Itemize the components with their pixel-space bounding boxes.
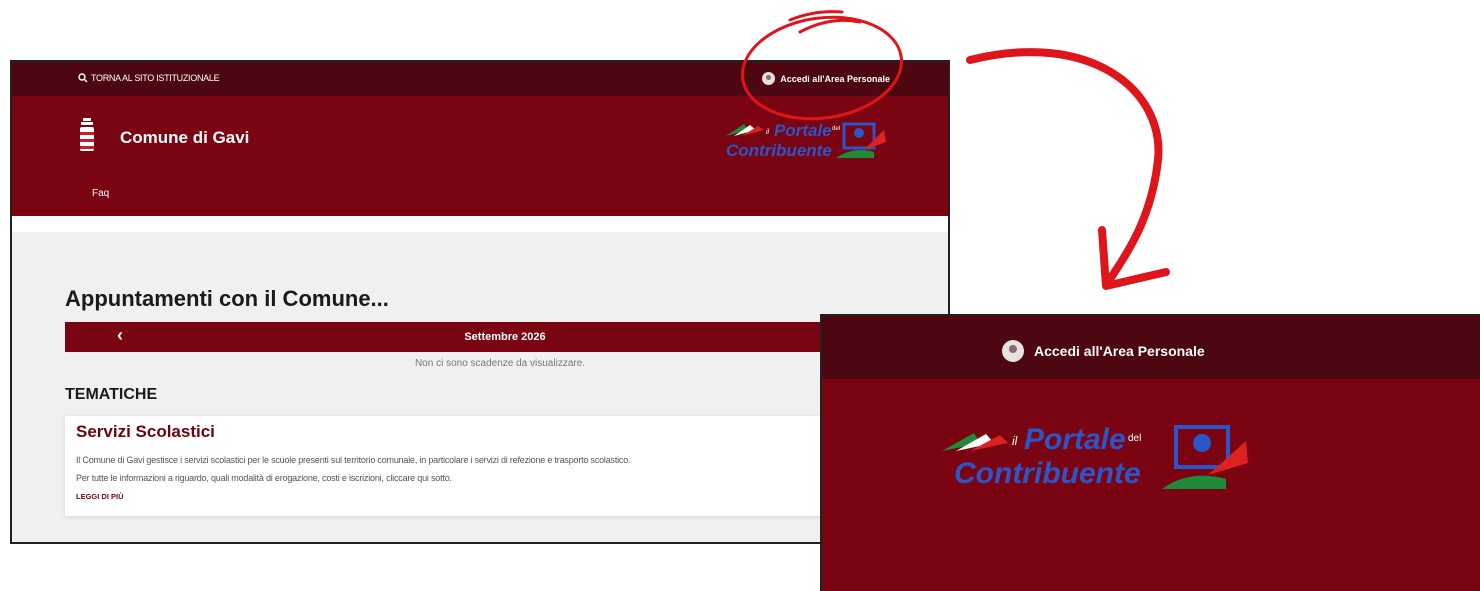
back-link-label: TORNA AL SITO ISTITUZIONALE — [91, 73, 220, 83]
zoom-top-bar: Accedi all'Area Personale — [822, 316, 1480, 379]
zoom-logo-prefix: il — [1012, 434, 1018, 448]
zoom-login-personal-area-link[interactable]: Accedi all'Area Personale — [1002, 340, 1205, 362]
crest-icon — [80, 118, 94, 151]
portale-contribuente-logo[interactable]: il Portale del Contribuente — [940, 419, 1252, 493]
themes-heading: TEMATICHE — [65, 386, 158, 403]
current-month: Settembre 2026 — [464, 331, 546, 343]
logo-small: del — [832, 126, 840, 132]
card-title[interactable]: Servizi Scolastici — [76, 422, 215, 442]
logo-line1: Portale — [774, 121, 832, 140]
user-avatar-icon — [762, 72, 776, 85]
card-description-line1: Il Comune di Gavi gestisce i servizi sco… — [76, 455, 631, 465]
appointments-title: Appuntamenti con il Comune... — [65, 286, 389, 311]
theme-card-school-services: Servizi Scolastici Il Comune di Gavi ges… — [65, 416, 945, 516]
calendar-month-bar: ‹ Settembre 2026 — [65, 322, 945, 352]
zoomed-header-detail: Accedi all'Area Personale il Portale del… — [820, 314, 1480, 591]
card-description-line2: Per tutte le informazioni a riguardo, qu… — [76, 473, 452, 483]
login-label: Accedi all'Area Personale — [780, 73, 890, 84]
login-personal-area-link[interactable]: Accedi all'Area Personale — [762, 72, 890, 85]
search-icon — [78, 73, 88, 83]
read-more-link[interactable]: LEGGI DI PIÙ — [76, 492, 124, 501]
top-bar: TORNA AL SITO ISTITUZIONALE Accedi all'A… — [12, 62, 948, 96]
portale-contribuente-logo[interactable]: il Portale del Contribuente — [724, 116, 890, 164]
zoom-logo-line1: Portale — [1024, 423, 1126, 456]
site-header: Comune di Gavi il Portale del Contribuen… — [12, 96, 948, 216]
logo-prefix: il — [766, 129, 770, 136]
site-title[interactable]: Comune di Gavi — [120, 128, 249, 148]
content-top-band — [12, 216, 948, 232]
zoom-logo-line2: Contribuente — [954, 457, 1141, 490]
user-avatar-icon — [1002, 340, 1024, 362]
website-screenshot: TORNA AL SITO ISTITUZIONALE Accedi all'A… — [10, 60, 950, 544]
zoom-logo-small: del — [1128, 433, 1141, 444]
logo-line2: Contribuente — [726, 141, 832, 160]
back-to-institutional-site-link[interactable]: TORNA AL SITO ISTITUZIONALE — [78, 73, 220, 83]
nav-faq[interactable]: Faq — [92, 188, 109, 199]
zoom-login-label: Accedi all'Area Personale — [1034, 343, 1205, 359]
main-content: Appuntamenti con il Comune... ‹ Settembr… — [12, 216, 948, 542]
empty-deadlines-message: Non ci sono scadenze da visualizzare. — [414, 358, 586, 369]
annotation-arrow — [966, 48, 1170, 290]
